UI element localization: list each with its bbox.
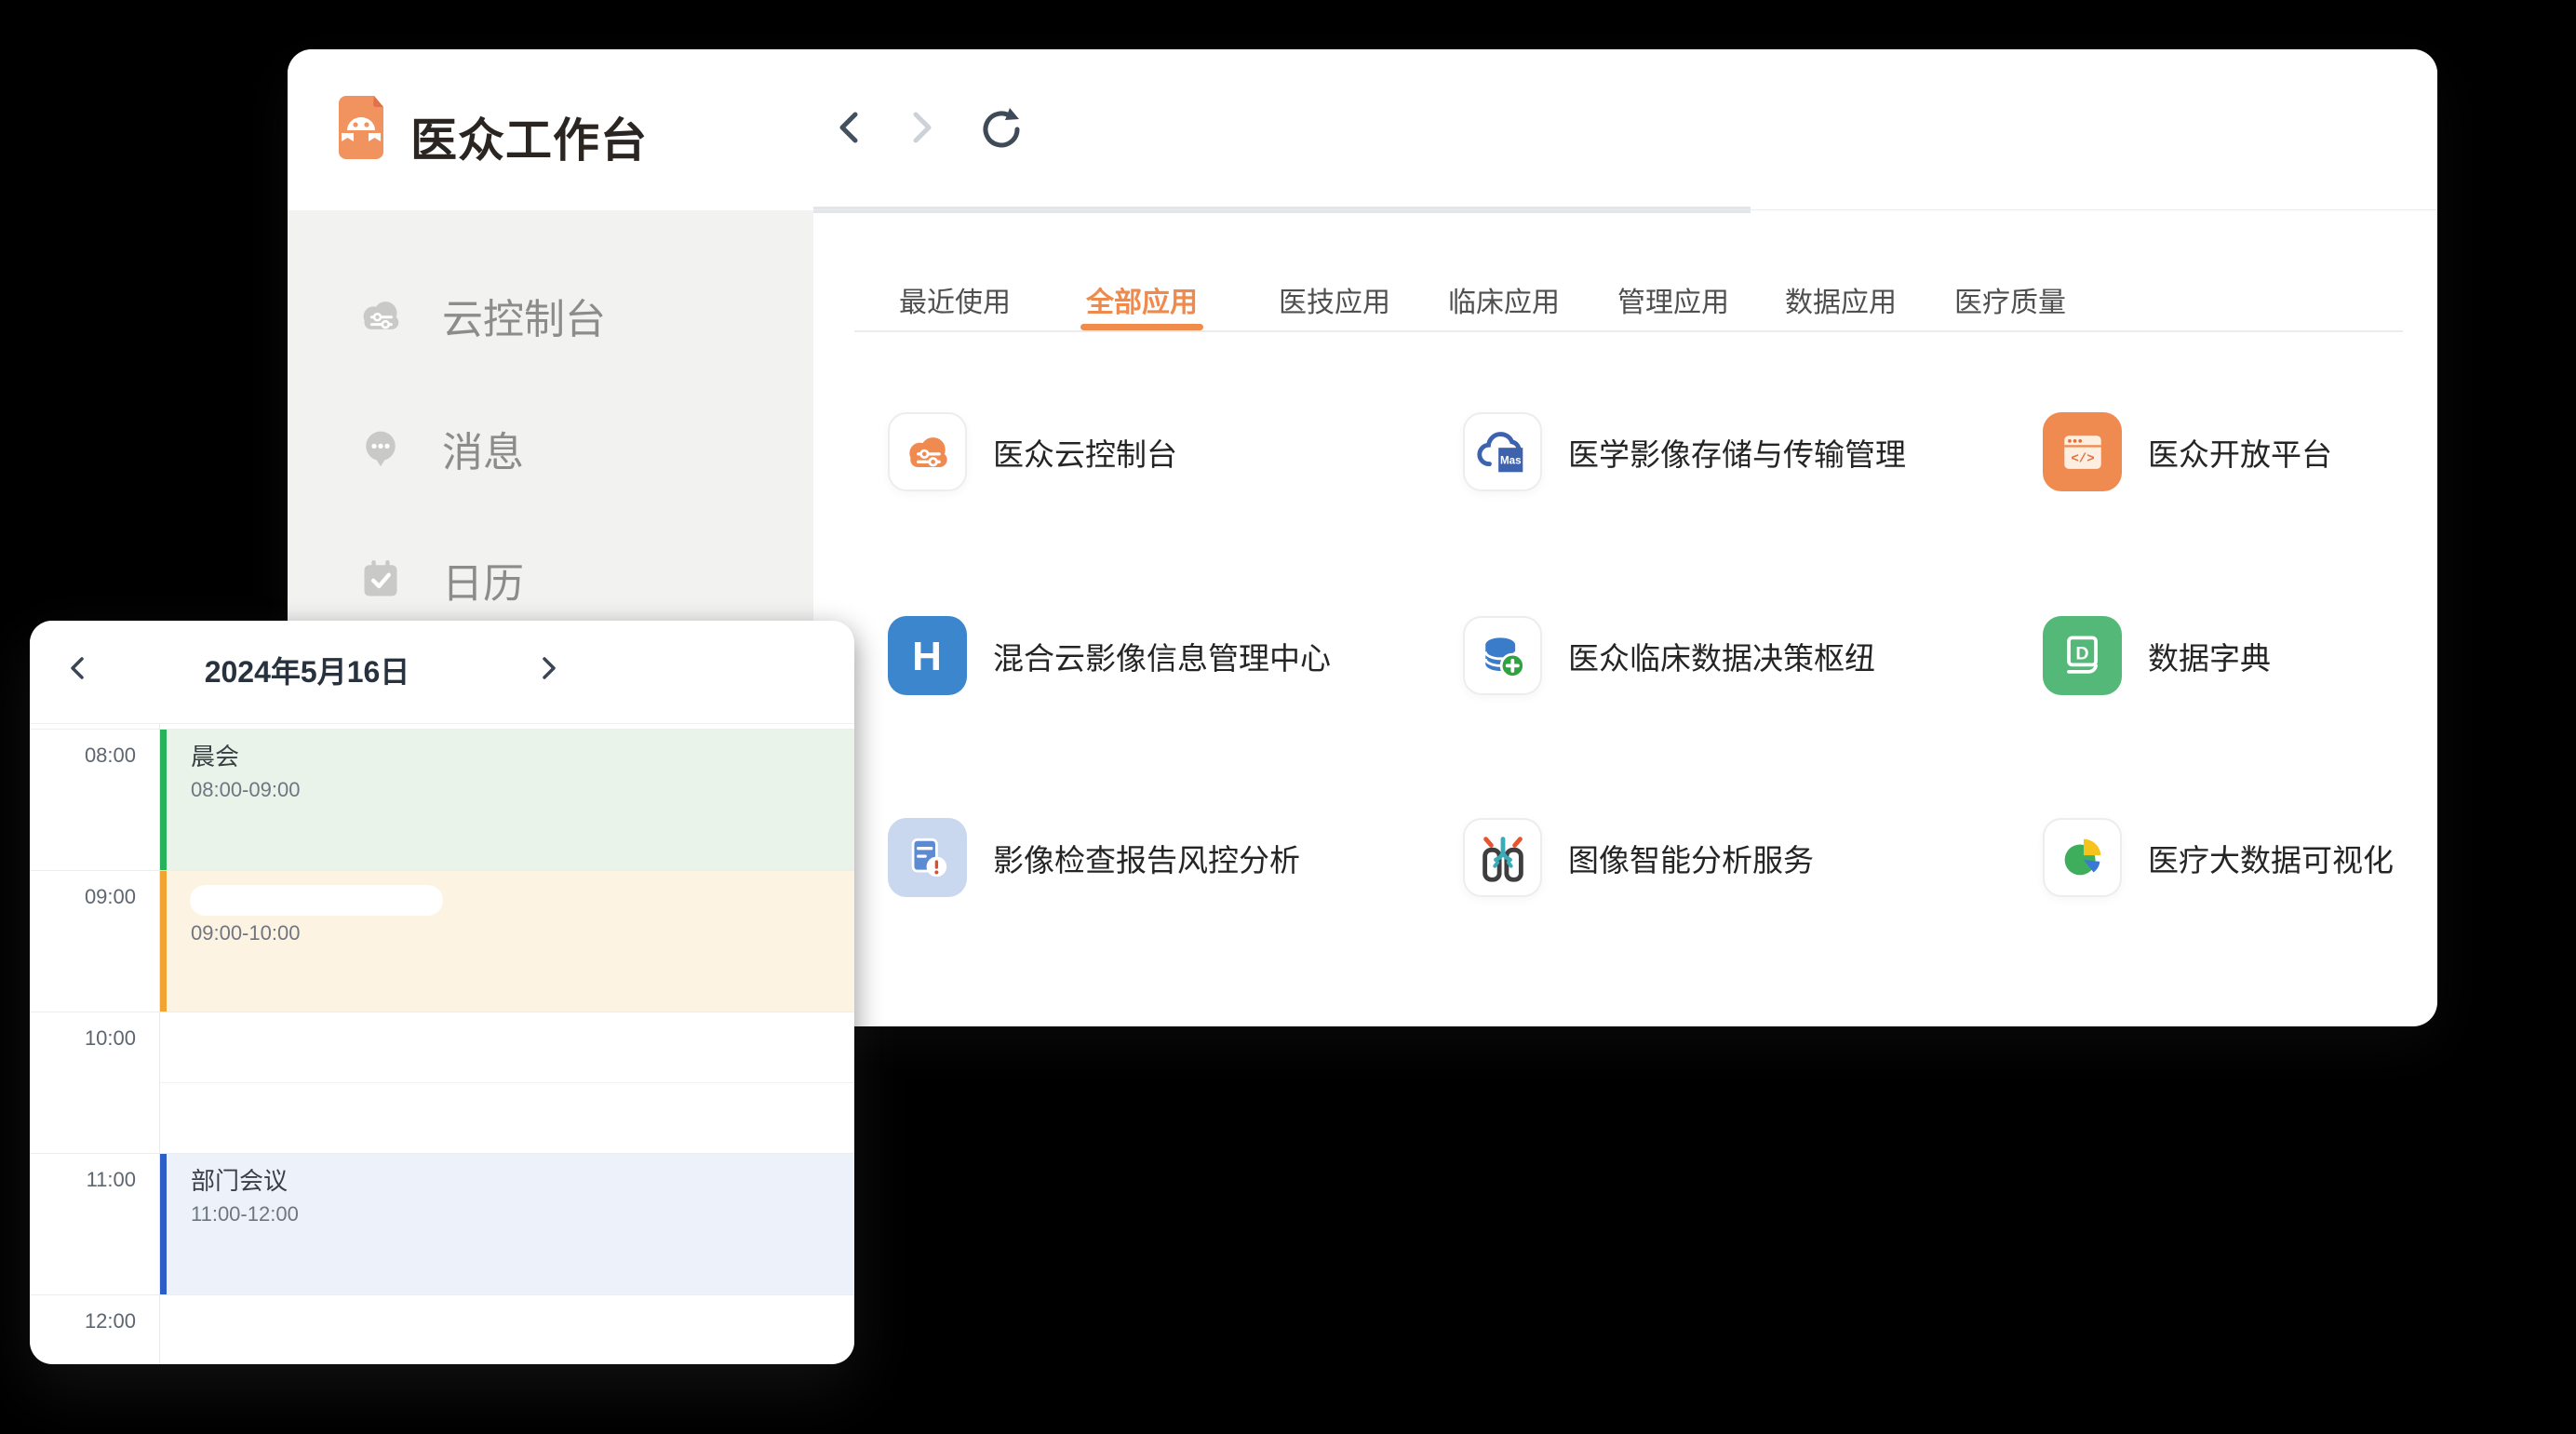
refresh-button[interactable] — [978, 106, 1021, 149]
event-accent-bar — [160, 730, 167, 870]
app-cloud-console[interactable]: 医众云控制台 — [888, 412, 1177, 491]
tab-clinical-apps[interactable]: 临床应用 — [1448, 279, 1560, 320]
calendar-event-redacted[interactable]: 09:00-10:00 — [160, 871, 854, 1012]
calendar-check-icon — [355, 554, 407, 606]
window-header: 医众工作台 — [288, 49, 2437, 210]
app-name: 影像检查报告风控分析 — [993, 836, 1300, 880]
event-time: 08:00-09:00 — [191, 776, 854, 804]
event-title: 部门会议 — [191, 1165, 854, 1197]
sidebar-item-label: 日历 — [442, 550, 524, 610]
sidebar-item-label: 云控制台 — [442, 286, 606, 345]
d-glyph: D — [2075, 643, 2088, 663]
calendar-date-title: 2024年5月16日 — [205, 649, 410, 691]
time-label: 09:00 — [30, 885, 136, 909]
tab-medtech-apps[interactable]: 医技应用 — [1279, 279, 1390, 320]
time-label: 08:00 — [30, 744, 136, 768]
app-open-platform[interactable]: </> 医众开放平台 — [2043, 412, 2332, 491]
cloud-console-icon — [355, 289, 407, 342]
app-hybrid-cloud-imaging[interactable]: H 混合云影像信息管理中心 — [888, 616, 1331, 695]
event-time: 11:00-12:00 — [191, 1200, 854, 1228]
event-accent-bar — [160, 871, 167, 1012]
app-name: 医众云控制台 — [993, 430, 1177, 475]
pie-chart-icon — [2043, 818, 2122, 897]
event-title: 晨会 — [191, 741, 854, 772]
calendar-next-day-button[interactable] — [529, 648, 570, 689]
app-logo-icon — [331, 96, 391, 159]
active-tab-underline — [1080, 324, 1203, 330]
time-label: 11:00 — [30, 1168, 136, 1192]
calendar-event-morning-meeting[interactable]: 晨会 08:00-09:00 — [160, 730, 854, 870]
forward-button[interactable] — [901, 106, 944, 149]
app-name: 医众临床数据决策枢纽 — [1568, 634, 1875, 678]
app-image-ai-analysis[interactable]: 图像智能分析服务 — [1463, 818, 1814, 897]
app-data-dictionary[interactable]: D 数据字典 — [2043, 616, 2271, 695]
hour-gridline — [30, 1294, 854, 1295]
calendar-header: 2024年5月16日 — [30, 621, 854, 723]
tab-management-apps[interactable]: 管理应用 — [1617, 279, 1729, 320]
event-time: 09:00-10:00 — [191, 919, 854, 947]
app-name: 图像智能分析服务 — [1568, 836, 1814, 880]
calendar-panel: 2024年5月16日 08:00 09:00 10:00 11:00 12:00… — [30, 621, 854, 1364]
app-name: 医众开放平台 — [2148, 430, 2332, 475]
app-clinical-data-hub[interactable]: 医众临床数据决策枢纽 — [1463, 616, 1875, 695]
app-medical-image-storage[interactable]: Mas 医学影像存储与传输管理 — [1463, 412, 1906, 491]
code-glyph: </> — [2071, 451, 2094, 466]
messages-bubble-icon — [355, 422, 407, 475]
sidebar-item-calendar[interactable]: 日历 — [288, 545, 813, 614]
half-hour-gridline — [160, 1082, 854, 1083]
sidebar-item-cloud-console[interactable]: 云控制台 — [288, 281, 813, 350]
app-name: 数据字典 — [2148, 634, 2271, 678]
orange-code-window-icon: </> — [2043, 412, 2122, 491]
report-warning-icon — [888, 818, 967, 897]
app-big-data-visualization[interactable]: 医疗大数据可视化 — [2043, 818, 2394, 897]
back-button[interactable] — [827, 106, 870, 149]
sidebar-item-messages[interactable]: 消息 — [288, 414, 813, 483]
tab-data-apps[interactable]: 数据应用 — [1785, 279, 1897, 320]
app-name: 混合云影像信息管理中心 — [993, 634, 1331, 678]
tab-separator — [854, 330, 2403, 332]
app-name: 医疗大数据可视化 — [2148, 836, 2394, 880]
event-accent-bar — [160, 1154, 167, 1294]
blue-cloud-mas-icon: Mas — [1463, 412, 1542, 491]
orange-cloud-sliders-icon — [888, 412, 967, 491]
app-title: 医众工作台 — [410, 103, 648, 170]
lungs-analysis-icon — [1463, 818, 1542, 897]
calendar-event-department-meeting[interactable]: 部门会议 11:00-12:00 — [160, 1154, 854, 1294]
tab-all-apps[interactable]: 全部应用 — [1086, 279, 1198, 320]
app-report-risk-analysis[interactable]: 影像检查报告风控分析 — [888, 818, 1300, 897]
calendar-header-divider — [30, 723, 854, 724]
app-name: 医学影像存储与传输管理 — [1568, 430, 1906, 475]
sidebar-item-label: 消息 — [442, 419, 524, 478]
time-label: 12:00 — [30, 1309, 136, 1333]
header-divider — [813, 209, 2437, 210]
h-glyph: H — [912, 634, 942, 679]
time-label: 10:00 — [30, 1026, 136, 1051]
tab-recently-used[interactable]: 最近使用 — [899, 279, 1011, 320]
blue-h-square-icon: H — [888, 616, 967, 695]
tab-medical-quality[interactable]: 医疗质量 — [1954, 279, 2066, 320]
green-dictionary-icon: D — [2043, 616, 2122, 695]
database-plus-icon — [1463, 616, 1542, 695]
mas-badge: Mas — [1499, 454, 1521, 466]
event-title-redacted-pill — [190, 885, 443, 916]
calendar-prev-day-button[interactable] — [57, 648, 98, 689]
